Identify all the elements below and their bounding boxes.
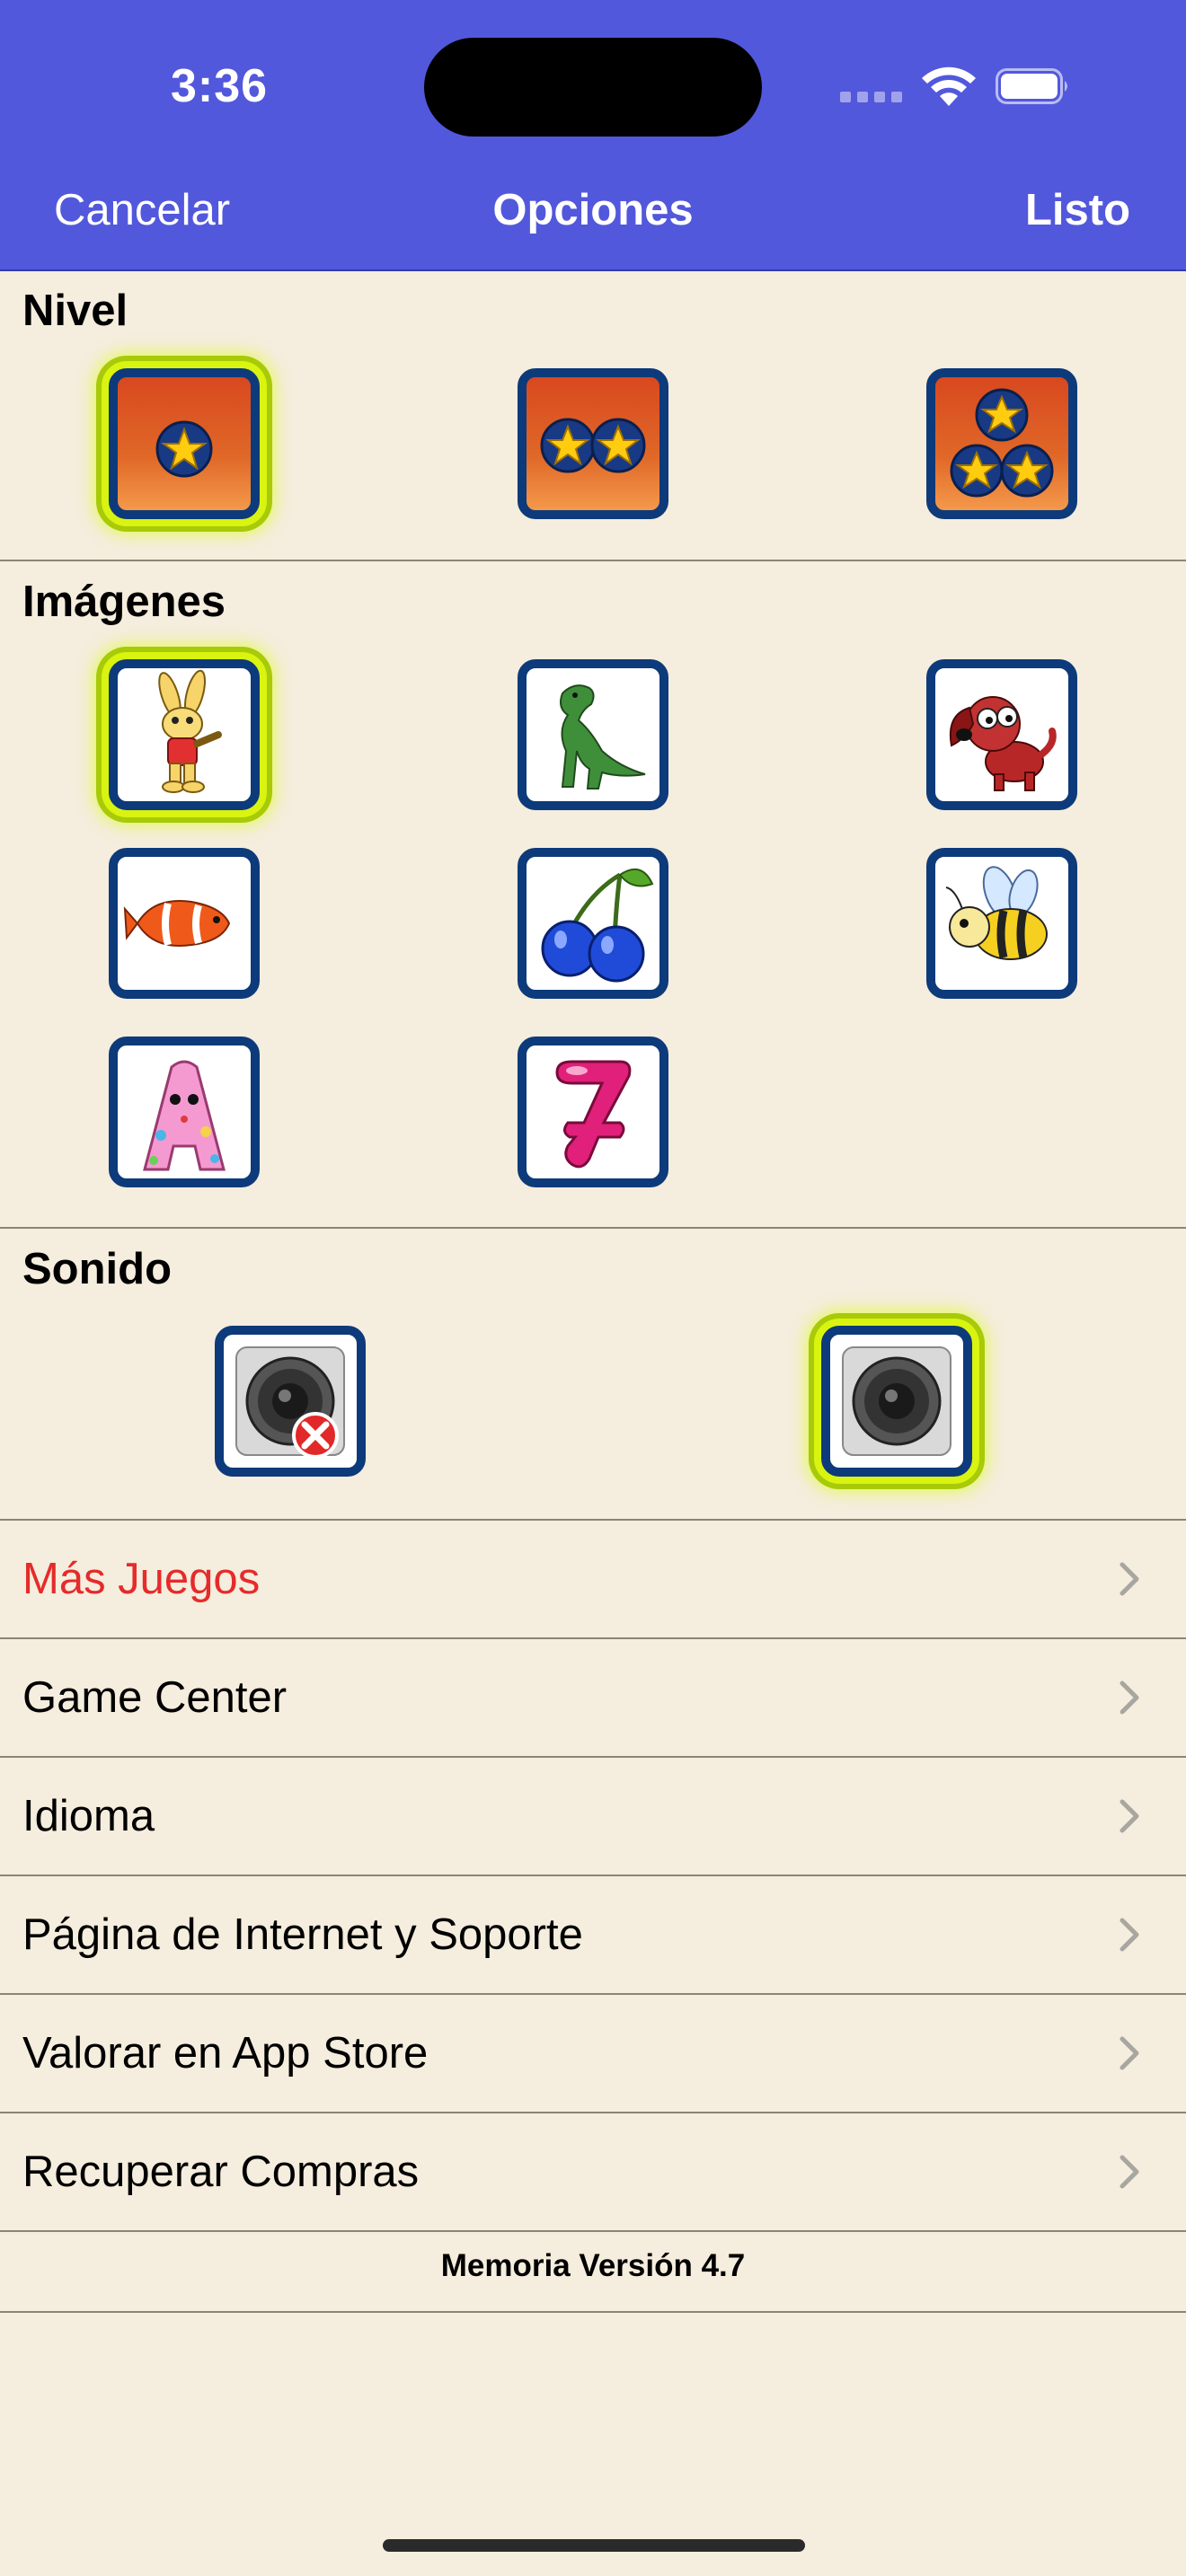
level-option-2[interactable] <box>518 368 668 519</box>
chevron-right-icon <box>1120 1918 1139 1952</box>
footer-divider <box>0 2311 1186 2313</box>
menu-item-website-support[interactable]: Página de Internet y Soporte <box>0 1876 1186 1993</box>
menu-item-restore-purchases[interactable]: Recuperar Compras <box>0 2113 1186 2230</box>
cherries-icon <box>541 868 654 983</box>
chevron-right-icon <box>1120 2036 1139 2070</box>
letter-a-icon <box>143 1060 226 1171</box>
battery-icon <box>996 68 1067 104</box>
menu-item-label: Recuperar Compras <box>22 2148 420 2196</box>
image-set-number-7[interactable] <box>518 1037 668 1187</box>
section-divider <box>0 1227 1186 1229</box>
dog-icon <box>950 696 1057 791</box>
fish-icon <box>123 900 231 947</box>
image-set-cherries[interactable] <box>518 848 668 999</box>
section-divider <box>0 560 1186 561</box>
two-stars-icon <box>540 418 646 473</box>
cellular-signal-icon <box>840 92 903 102</box>
status-time: 3:36 <box>171 60 269 112</box>
chevron-right-icon <box>1120 1562 1139 1596</box>
section-title-images: Imágenes <box>22 578 226 626</box>
image-set-rabbit[interactable] <box>109 659 260 810</box>
dinosaur-icon <box>560 684 646 790</box>
header: 3:36 Cancelar Opciones Listo <box>0 0 1186 271</box>
menu-item-label: Página de Internet y Soporte <box>22 1910 583 1959</box>
menu-item-label: Game Center <box>22 1673 288 1722</box>
sound-on-option[interactable] <box>821 1326 972 1477</box>
sound-off-icon <box>235 1346 345 1459</box>
wifi-icon <box>922 66 976 106</box>
image-set-dog[interactable] <box>926 659 1077 810</box>
menu-item-rate-app[interactable]: Valorar en App Store <box>0 1995 1186 2112</box>
menu-item-game-center[interactable]: Game Center <box>0 1639 1186 1756</box>
menu-item-language[interactable]: Idioma <box>0 1758 1186 1875</box>
sound-off-option[interactable] <box>215 1326 366 1477</box>
image-set-letter-a[interactable] <box>109 1037 260 1187</box>
level-option-1[interactable] <box>109 368 260 519</box>
one-star-icon <box>155 420 213 478</box>
dynamic-island <box>424 38 762 137</box>
menu-item-more-games[interactable]: Más Juegos <box>0 1521 1186 1637</box>
chevron-right-icon <box>1120 2155 1139 2189</box>
bee-icon <box>945 866 1048 960</box>
image-set-fish[interactable] <box>109 848 260 999</box>
chevron-right-icon <box>1120 1681 1139 1715</box>
menu-item-label: Idioma <box>22 1792 155 1840</box>
number-7-icon <box>555 1060 632 1169</box>
section-title-level: Nivel <box>22 287 128 335</box>
rabbit-icon <box>158 669 222 793</box>
sound-on-icon <box>842 1346 951 1456</box>
menu-item-label: Valorar en App Store <box>22 2029 429 2078</box>
page-title: Opciones <box>492 186 694 234</box>
section-title-sound: Sonido <box>22 1245 173 1293</box>
image-set-bee[interactable] <box>926 848 1077 999</box>
image-set-dinosaur[interactable] <box>518 659 668 810</box>
version-label: Memoria Versión 4.7 <box>440 2248 746 2283</box>
three-stars-icon <box>950 388 1054 498</box>
done-button[interactable]: Listo <box>1025 185 1130 235</box>
options-screen: 3:36 Cancelar Opciones Listo Nivel Imáge… <box>0 0 1186 2576</box>
home-indicator[interactable] <box>383 2539 805 2552</box>
chevron-right-icon <box>1120 1799 1139 1833</box>
menu-item-label: Más Juegos <box>22 1555 261 1603</box>
level-option-3[interactable] <box>926 368 1077 519</box>
